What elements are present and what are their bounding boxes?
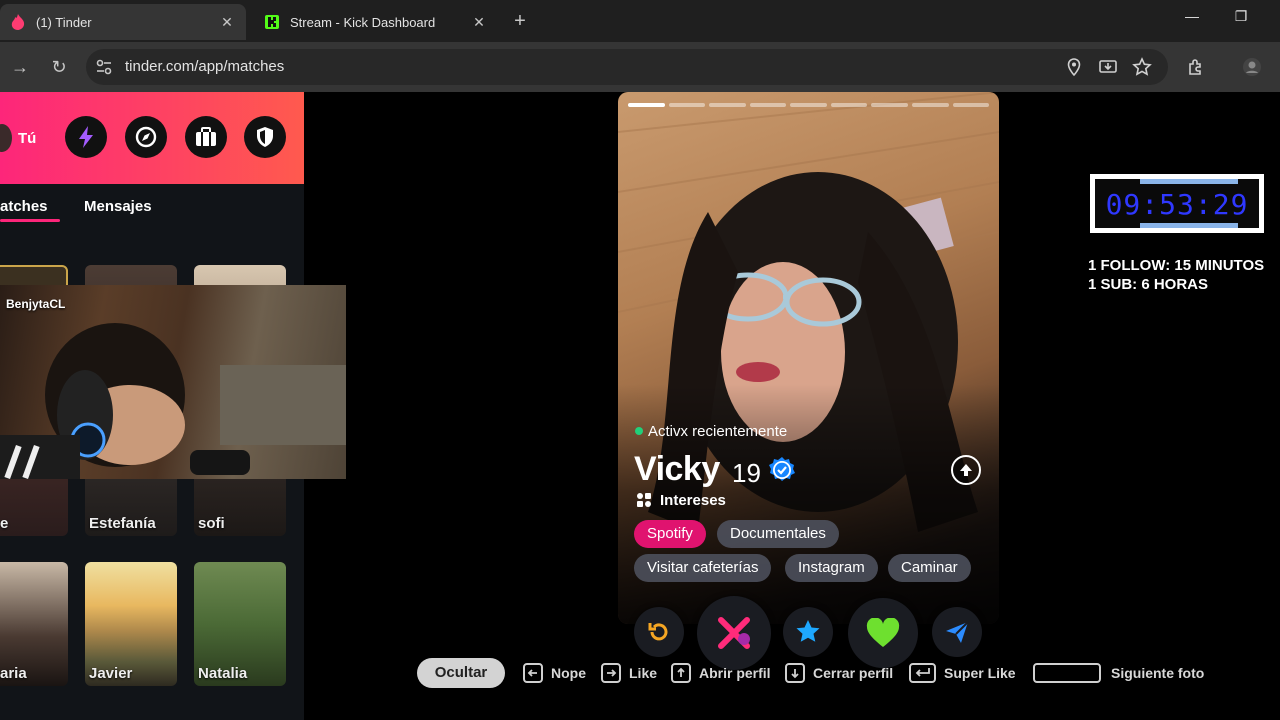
- super-like-button[interactable]: [783, 607, 833, 657]
- space-key-icon: [1033, 663, 1101, 683]
- streamer-name-tag: BenjytaCL: [6, 297, 66, 311]
- nope-icon: [718, 617, 750, 649]
- briefcase-icon[interactable]: [185, 116, 227, 158]
- reload-icon[interactable]: ↻: [47, 55, 71, 79]
- verified-badge-icon: [768, 456, 796, 484]
- location-icon[interactable]: [1064, 57, 1084, 77]
- tinder-flame-icon: [10, 14, 26, 30]
- match-name: sofi: [198, 515, 225, 532]
- address-bar: → ↻ tinder.com/app/matches: [0, 42, 1280, 92]
- boost-button[interactable]: [932, 607, 982, 657]
- keyboard-shortcuts-bar: Ocultar Nope Like Abrir perfil Cerrar pe…: [0, 656, 1280, 690]
- photo-progress-segment: [709, 103, 746, 107]
- tab-mensajes[interactable]: Mensajes: [84, 198, 152, 215]
- photo-progress-segment: [952, 103, 990, 107]
- photo-progress-segment: [871, 103, 908, 107]
- timer-decoration: [1140, 179, 1238, 184]
- profile-name: Vicky: [634, 450, 720, 488]
- kick-logo-icon: [264, 14, 280, 30]
- super-like-icon: [796, 620, 820, 642]
- enter-key-icon: [909, 663, 936, 683]
- interests-label: Intereses: [660, 492, 726, 509]
- like-icon: [866, 618, 900, 647]
- timer-decoration: [1140, 223, 1238, 228]
- close-tab-icon[interactable]: ✕: [218, 14, 236, 31]
- close-tab-icon[interactable]: ✕: [470, 14, 488, 31]
- arrow-left-key-icon: [523, 663, 543, 683]
- boost-sidebar-icon[interactable]: [65, 116, 107, 158]
- active-status-dot: [635, 427, 643, 435]
- photo-progress-segment: [628, 103, 665, 107]
- photo-progress: [628, 103, 990, 107]
- open-profile-button[interactable]: [951, 455, 981, 485]
- extensions-icon[interactable]: [1186, 57, 1206, 77]
- photo-progress-segment: [911, 103, 949, 107]
- interest-chip: Visitar cafeterías: [634, 554, 772, 582]
- shield-icon[interactable]: [244, 116, 286, 158]
- omnibox[interactable]: tinder.com/app/matches: [86, 49, 1168, 85]
- match-name: Estefanía: [89, 515, 156, 532]
- hide-shortcuts-button[interactable]: Ocultar: [417, 658, 505, 688]
- sidebar-tabs: atches Mensajes: [0, 198, 304, 228]
- interest-chip: Caminar: [888, 554, 971, 582]
- arrow-right-key-icon: [601, 663, 621, 683]
- shortcut-super-like-label: Super Like: [944, 665, 1016, 681]
- shortcut-next-photo-label: Siguiente foto: [1111, 665, 1205, 681]
- active-tab-indicator: [0, 219, 60, 222]
- forward-icon[interactable]: →: [8, 55, 32, 79]
- stream-timer: 09:53:29: [1090, 174, 1264, 233]
- profile-age: 19: [732, 458, 761, 488]
- boost-icon: [946, 621, 969, 643]
- timer-value: 09:53:29: [1105, 188, 1249, 221]
- bookmark-star-icon[interactable]: [1132, 57, 1152, 77]
- match-name: e: [0, 515, 9, 532]
- arrow-up-key-icon: [671, 663, 691, 683]
- new-tab-button[interactable]: +: [508, 9, 532, 33]
- minimize-icon[interactable]: —: [1177, 8, 1207, 24]
- tab-matches[interactable]: atches: [0, 198, 48, 215]
- url-text: tinder.com/app/matches: [125, 58, 285, 75]
- site-settings-icon[interactable]: [94, 57, 114, 77]
- interests-icon: [636, 492, 652, 508]
- arrow-up-icon: [960, 464, 972, 476]
- photo-progress-segment: [790, 103, 827, 107]
- shortcut-close-profile-label: Cerrar perfil: [813, 665, 894, 681]
- browser-tab-bar: (1) Tinder ✕ Stream - Kick Dashboard ✕ +…: [0, 0, 1280, 42]
- interest-chip: Documentales: [717, 520, 839, 548]
- tab-kick-dashboard[interactable]: Stream - Kick Dashboard ✕: [254, 4, 498, 40]
- shortcut-like-label: Like: [629, 665, 658, 681]
- photo-progress-segment: [749, 103, 787, 107]
- rewind-button[interactable]: [634, 607, 684, 657]
- profile-avatar-icon[interactable]: [1242, 57, 1262, 77]
- photo-progress-segment: [668, 103, 706, 107]
- timer-display: 09:53:29: [1095, 179, 1259, 228]
- profile-card[interactable]: Activx recientemente Vicky 19 Intereses …: [618, 92, 999, 624]
- photo-progress-segment: [830, 103, 868, 107]
- shortcut-open-profile-label: Abrir perfil: [699, 665, 771, 681]
- interest-chip-highlighted: Spotify: [634, 520, 706, 548]
- tab-title: (1) Tinder: [36, 14, 92, 30]
- sidebar-header: Tú: [0, 92, 304, 184]
- tab-title: Stream - Kick Dashboard: [290, 14, 436, 30]
- tab-tinder[interactable]: (1) Tinder ✕: [0, 4, 246, 40]
- arrow-down-key-icon: [785, 663, 805, 683]
- shortcut-nope-label: Nope: [551, 665, 586, 681]
- interest-chip: Instagram: [785, 554, 878, 582]
- avatar[interactable]: [0, 124, 12, 152]
- streamer-camera-image: [0, 323, 346, 479]
- webcam-overlay: BenjytaCL: [0, 285, 346, 479]
- rewind-icon: [648, 623, 668, 641]
- active-status-text: Activx recientemente: [648, 423, 788, 440]
- explore-compass-icon[interactable]: [125, 116, 167, 158]
- restore-icon[interactable]: ❐: [1226, 8, 1256, 25]
- follow-rule-text: 1 FOLLOW: 15 MINUTOS: [1088, 257, 1265, 274]
- install-app-icon[interactable]: [1098, 57, 1118, 77]
- sub-rule-text: 1 SUB: 6 HORAS: [1088, 276, 1209, 293]
- user-label[interactable]: Tú: [18, 130, 36, 147]
